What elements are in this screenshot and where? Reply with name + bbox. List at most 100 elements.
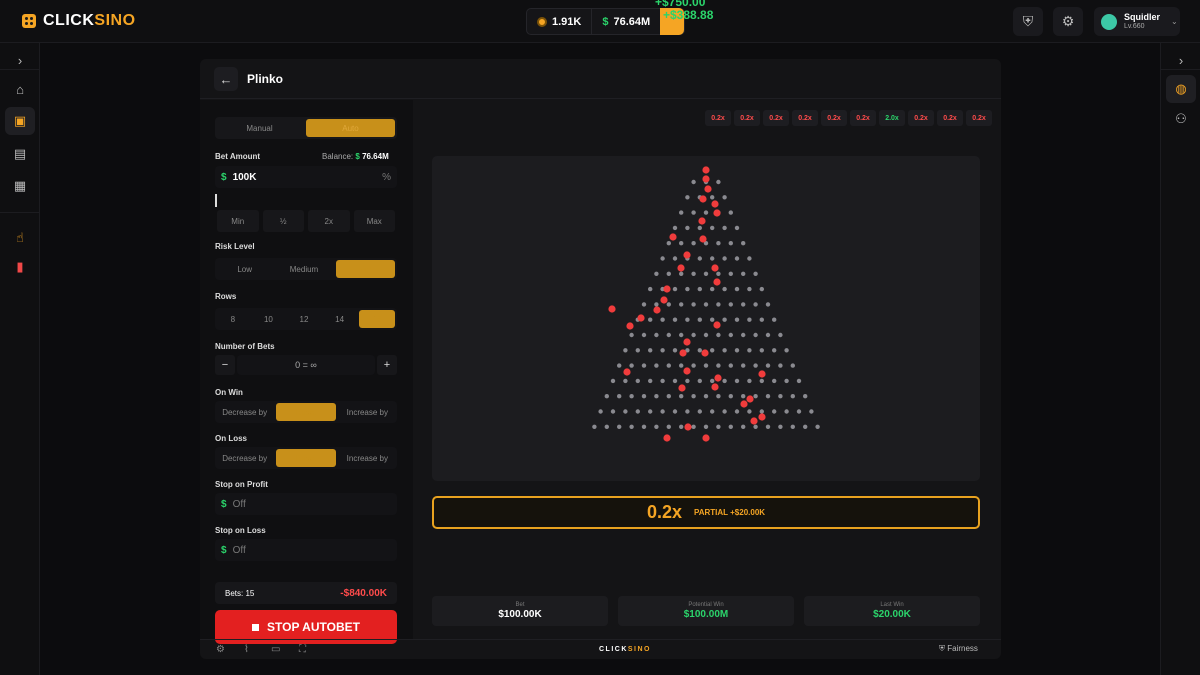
clicker-button[interactable]: ☝ [5,224,35,252]
increase-bets-button[interactable]: + [377,355,397,375]
max-button[interactable]: Max [353,210,395,232]
peg [741,424,746,429]
half-button[interactable]: ½ [262,210,304,232]
on-win-reset[interactable]: Reset [276,403,336,421]
on-win-increase[interactable]: Increase by [338,401,397,423]
potion-button[interactable]: ▮ [5,253,35,281]
hand-icon: ☝ [16,230,24,245]
shield-button[interactable]: ⛨ [1013,7,1043,36]
peg [666,241,671,246]
friends-button[interactable]: ⚇ [1166,105,1196,133]
peg [703,210,709,215]
store-button[interactable]: ▤ [5,140,35,168]
peg [654,424,659,429]
peg [784,409,789,414]
double-button[interactable]: 2x [308,210,350,232]
peg [728,271,733,276]
rows-12[interactable]: 12 [286,308,322,330]
peg [666,302,671,307]
peg [641,332,647,338]
chart-icon[interactable]: ⌇ [244,644,249,655]
peg [666,363,671,368]
bet-slider[interactable] [215,194,217,207]
tab-manual[interactable]: Manual [215,117,304,139]
peg [660,317,665,322]
peg [747,256,752,261]
rows-8[interactable]: 8 [215,308,251,330]
stop-on-loss-input[interactable]: $ Off [215,539,397,561]
casino-button[interactable]: ▣ [5,107,35,135]
on-loss-decrease[interactable]: Decrease by [215,447,274,469]
peg [728,332,733,338]
rows-14[interactable]: 14 [322,308,358,330]
peg [710,317,715,322]
min-button[interactable]: Min [217,210,259,232]
bet-amount-input[interactable]: $ 100K % [215,166,397,188]
peg [728,424,733,429]
bets-count: Bets: 15 [225,588,255,598]
stat-bet: Bet $100.00K [432,596,608,626]
peg [710,409,715,414]
peg [716,302,721,307]
peg [660,348,665,353]
peg [635,409,640,414]
peg [710,286,715,292]
peg [660,409,665,414]
global-chat-button[interactable]: ◍ [1166,75,1196,103]
peg [679,271,684,276]
peg [648,409,653,414]
risk-low[interactable]: Low [215,258,274,280]
dice-icon: ▣ [13,113,27,128]
peg [722,286,727,292]
bet-amount-label: Bet Amount [215,152,261,161]
ball [699,235,707,243]
rows-10[interactable]: 10 [251,308,287,330]
theater-icon[interactable]: ▭ [271,644,280,655]
ball [623,368,631,376]
dollar-icon: $ [221,171,227,183]
settings-button[interactable]: ⚙ [1053,7,1083,36]
decrease-bets-button[interactable]: − [215,355,235,375]
back-button[interactable]: ← [214,67,238,91]
on-loss-reset[interactable]: Reset [276,449,336,467]
ball [746,395,754,403]
ball [758,370,766,378]
risk-medium[interactable]: Medium [274,258,333,280]
ball [701,349,709,357]
chevron-right-icon: › [1178,52,1184,68]
cash-balance[interactable]: $76.64M [591,9,660,34]
peg [759,348,764,353]
on-win-decrease[interactable]: Decrease by [215,401,274,423]
fairness-link[interactable]: ⛨ Fairness [939,644,978,654]
peg [747,317,752,322]
user-menu[interactable]: Squidler Lv.660 ⌄ [1094,7,1180,36]
home-button[interactable]: ⌂ [5,75,35,103]
balance-box[interactable]: 1.91K $76.64M [526,8,686,35]
coin-balance[interactable]: 1.91K [527,9,591,34]
rows-16[interactable]: 16 [359,310,395,328]
peg [703,271,709,276]
site-logo[interactable]: CLICKSINO [22,12,136,30]
control-panel: Manual Auto Bet Amount Balance: $ 76.64M… [200,100,413,640]
peg [666,332,671,338]
stop-on-profit-input[interactable]: $ Off [215,493,397,515]
ball [669,233,677,241]
peg [672,286,678,292]
risk-high[interactable]: High [335,260,395,278]
fullscreen-icon[interactable]: ⛶ [299,644,306,655]
on-loss-label: On Loss [215,434,248,443]
archive-button[interactable]: ▦ [5,172,35,200]
peg [747,286,752,292]
peg [778,332,783,338]
game-footer: ⚙ ⌇ ▭ ⛶ CLICKSINO ⛨ Fairness [200,639,1001,659]
peg [703,394,709,399]
history-chip: 0.2x [937,110,963,126]
number-of-bets-input[interactable]: 0 = ∞ [237,355,375,375]
home-icon: ⌂ [16,81,24,97]
result-multiplier: 0.2x [646,502,682,522]
on-loss-increase[interactable]: Increase by [338,447,397,469]
peg [623,348,628,353]
tab-auto[interactable]: Auto [306,119,395,137]
settings-icon[interactable]: ⚙ [216,644,225,655]
peg [796,409,802,414]
